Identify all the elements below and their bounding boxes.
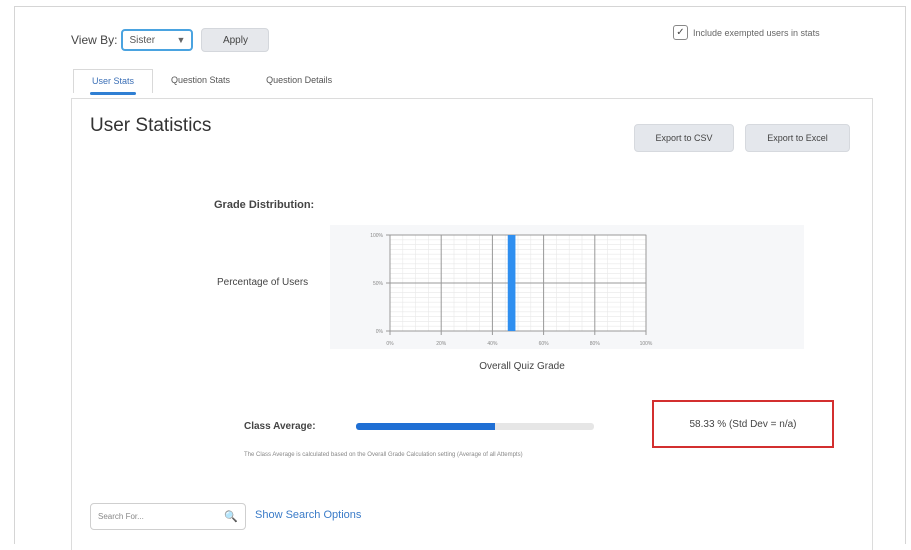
active-tab-indicator <box>90 92 137 95</box>
view-by-row: View By: Sister ▼ Apply <box>71 27 270 53</box>
tab-question-details[interactable]: Question Details <box>248 69 350 93</box>
include-exempted-checkbox[interactable]: ✓ <box>673 25 688 40</box>
view-by-select[interactable]: Sister ▼ <box>121 29 194 51</box>
include-exempted-label: Include exempted users in stats <box>693 27 820 38</box>
user-stats-panel: User Statistics Export to CSV Export to … <box>71 98 873 550</box>
grade-distribution-chart-area: 0% 20% 40% 60% 80% 100% 100% 50% 0% <box>330 225 804 349</box>
search-placeholder: Search For... <box>98 512 144 521</box>
tab-label: Question Details <box>266 75 333 85</box>
include-exempted-row[interactable]: ✓ Include exempted users in stats <box>673 25 820 40</box>
chart-y-label: Percentage of Users <box>217 277 309 288</box>
export-excel-button[interactable]: Export to Excel <box>745 124 850 152</box>
chart-bar <box>507 235 516 331</box>
apply-button[interactable]: Apply <box>201 28 270 52</box>
chart-x-tick-label: 80% <box>590 341 601 347</box>
export-csv-button[interactable]: Export to CSV <box>634 124 734 152</box>
chart-x-tick-label: 60% <box>539 341 550 347</box>
search-icon[interactable]: 🔍 <box>224 510 238 523</box>
chart-x-label: Overall Quiz Grade <box>479 361 565 372</box>
class-average-value: 58.33 % (Std Dev = n/a) <box>689 418 797 430</box>
checkmark-icon: ✓ <box>676 27 685 38</box>
tab-label: User Stats <box>92 76 135 86</box>
view-by-value: Sister <box>129 34 156 46</box>
page-title: User Statistics <box>90 115 212 136</box>
stats-tabs: User Stats Question Stats Question Detai… <box>73 69 350 99</box>
chart-y-tick-label: 0% <box>376 329 384 335</box>
main-frame: View By: Sister ▼ Apply ✓ Include exempt… <box>14 6 906 550</box>
tab-user-stats[interactable]: User Stats <box>73 69 154 95</box>
class-average-progress-fill <box>356 423 495 430</box>
view-by-label: View By: <box>71 33 118 47</box>
chart-x-tick-label: 0% <box>386 341 394 347</box>
chart-x-tick-label: 20% <box>436 341 447 347</box>
chart-title: Grade Distribution: <box>214 199 315 211</box>
chart-y-tick-label: 100% <box>370 233 383 239</box>
tab-question-stats[interactable]: Question Stats <box>153 69 248 93</box>
chart-x-tick-label: 100% <box>640 341 653 347</box>
grade-distribution-chart: 0% 20% 40% 60% 80% 100% 100% 50% 0% <box>370 233 653 347</box>
class-average-value-highlight: 58.33 % (Std Dev = n/a) <box>652 400 834 448</box>
show-search-options-link[interactable]: Show Search Options <box>255 509 361 521</box>
search-input[interactable]: Search For... 🔍 <box>90 503 246 530</box>
chart-y-tick-label: 50% <box>373 281 384 287</box>
class-average-progress <box>356 423 594 430</box>
chevron-down-icon: ▼ <box>176 35 186 45</box>
tab-label: Question Stats <box>171 75 231 85</box>
class-average-label: Class Average: <box>244 421 316 432</box>
class-average-note: The Class Average is calculated based on… <box>244 452 523 458</box>
chart-x-tick-label: 40% <box>487 341 498 347</box>
